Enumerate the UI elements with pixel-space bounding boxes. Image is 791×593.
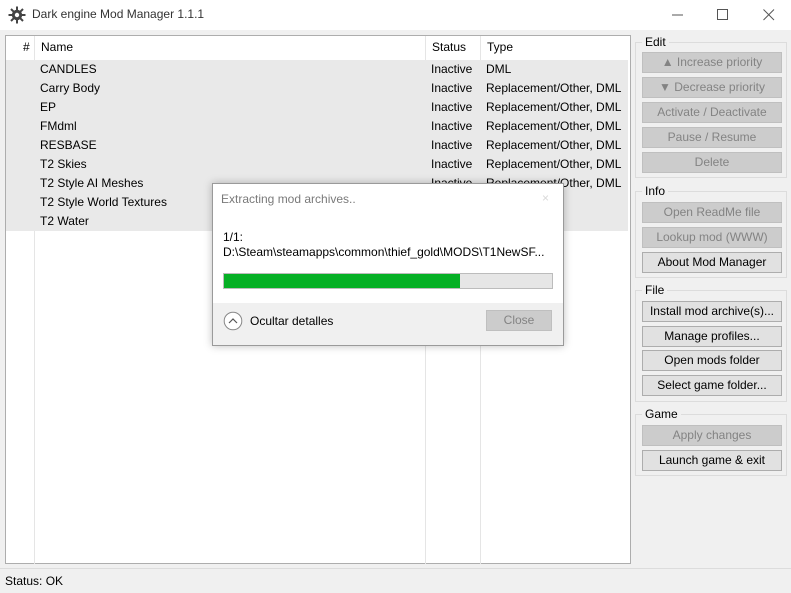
progress-fill (224, 274, 461, 288)
table-row[interactable]: FMdml Inactive Replacement/Other, DML (6, 117, 628, 136)
apply-changes-button[interactable]: Apply changes (642, 425, 782, 446)
toggle-details-label[interactable]: Ocultar detalles (250, 314, 333, 328)
column-header-name[interactable]: Name (36, 36, 73, 59)
mod-name: FMdml (40, 119, 77, 133)
maximize-icon (717, 9, 728, 20)
game-group-label: Game (642, 407, 681, 421)
minimize-button[interactable] (655, 0, 701, 30)
extract-dialog: Extracting mod archives.. × 1/1: D:\Stea… (212, 183, 564, 346)
mod-type: Replacement/Other, DML (486, 100, 622, 114)
chevron-up-circle-icon[interactable] (223, 311, 243, 331)
open-readme-button[interactable]: Open ReadMe file (642, 202, 782, 223)
select-game-folder-button[interactable]: Select game folder... (642, 375, 782, 396)
maximize-button[interactable] (700, 0, 746, 30)
mod-type: Replacement/Other, DML (486, 81, 622, 95)
column-header-number[interactable]: # (18, 36, 30, 59)
dialog-footer: Ocultar detalles Close (213, 303, 563, 345)
column-header-status[interactable]: Status (427, 36, 466, 59)
mod-status: Inactive (431, 81, 473, 95)
mod-type: DML (486, 62, 512, 76)
mod-name: RESBASE (40, 138, 97, 152)
progress-bar (223, 273, 553, 289)
close-icon (763, 9, 775, 21)
mod-status: Inactive (431, 100, 473, 114)
status-text: Status: OK (5, 574, 64, 588)
mod-status: Inactive (431, 157, 473, 171)
pause-resume-button[interactable]: Pause / Resume (642, 127, 782, 148)
mod-name: Carry Body (40, 81, 101, 95)
mod-status: Inactive (431, 62, 473, 76)
gear-icon (8, 6, 26, 24)
mod-status: Inactive (431, 138, 473, 152)
table-row[interactable]: T2 Skies Inactive Replacement/Other, DML (6, 155, 628, 174)
info-group-label: Info (642, 184, 669, 198)
mod-type: Replacement/Other, DML (486, 157, 622, 171)
edit-group-label: Edit (642, 35, 669, 49)
delete-button[interactable]: Delete (642, 152, 782, 173)
dialog-path: D:\Steam\steamapps\common\thief_gold\MOD… (223, 245, 545, 259)
mod-status: Inactive (431, 119, 473, 133)
mod-name: T2 Skies (40, 157, 87, 171)
status-bar: Status: OK (0, 568, 791, 593)
dialog-title: Extracting mod archives.. (221, 192, 356, 206)
dialog-close-button[interactable]: Close (486, 310, 552, 331)
mod-type: Replacement/Other, DML (486, 119, 622, 133)
mod-name: CANDLES (40, 62, 97, 76)
increase-priority-button[interactable]: ▲ Increase priority (642, 52, 782, 73)
table-row[interactable]: CANDLES Inactive DML (6, 60, 628, 79)
edit-group: Edit ▲ Increase priority ▼ Decrease prio… (635, 35, 787, 178)
about-button[interactable]: About Mod Manager (642, 252, 782, 273)
install-mod-button[interactable]: Install mod archive(s)... (642, 301, 782, 322)
column-header-type[interactable]: Type (482, 36, 513, 59)
dialog-close-icon[interactable]: × (542, 191, 549, 205)
file-group: File Install mod archive(s)... Manage pr… (635, 283, 787, 402)
title-bar: Dark engine Mod Manager 1.1.1 (0, 0, 791, 30)
lookup-mod-button[interactable]: Lookup mod (WWW) (642, 227, 782, 248)
table-row[interactable]: EP Inactive Replacement/Other, DML (6, 98, 628, 117)
table-row[interactable]: RESBASE Inactive Replacement/Other, DML (6, 136, 628, 155)
dialog-counter: 1/1: (223, 230, 244, 244)
info-group: Info Open ReadMe file Lookup mod (WWW) A… (635, 184, 787, 278)
window-title: Dark engine Mod Manager 1.1.1 (32, 7, 205, 21)
minimize-icon (672, 14, 683, 16)
list-header: # Name Status Type (6, 36, 630, 59)
open-mods-folder-button[interactable]: Open mods folder (642, 350, 782, 371)
mod-type: Replacement/Other, DML (486, 138, 622, 152)
decrease-priority-button[interactable]: ▼ Decrease priority (642, 77, 782, 98)
close-button[interactable] (746, 0, 791, 30)
activate-deactivate-button[interactable]: Activate / Deactivate (642, 102, 782, 123)
manage-profiles-button[interactable]: Manage profiles... (642, 326, 782, 347)
game-group: Game Apply changes Launch game & exit (635, 407, 787, 476)
file-group-label: File (642, 283, 668, 297)
mod-name: EP (40, 100, 57, 114)
launch-game-button[interactable]: Launch game & exit (642, 450, 782, 471)
table-row[interactable]: Carry Body Inactive Replacement/Other, D… (6, 79, 628, 98)
